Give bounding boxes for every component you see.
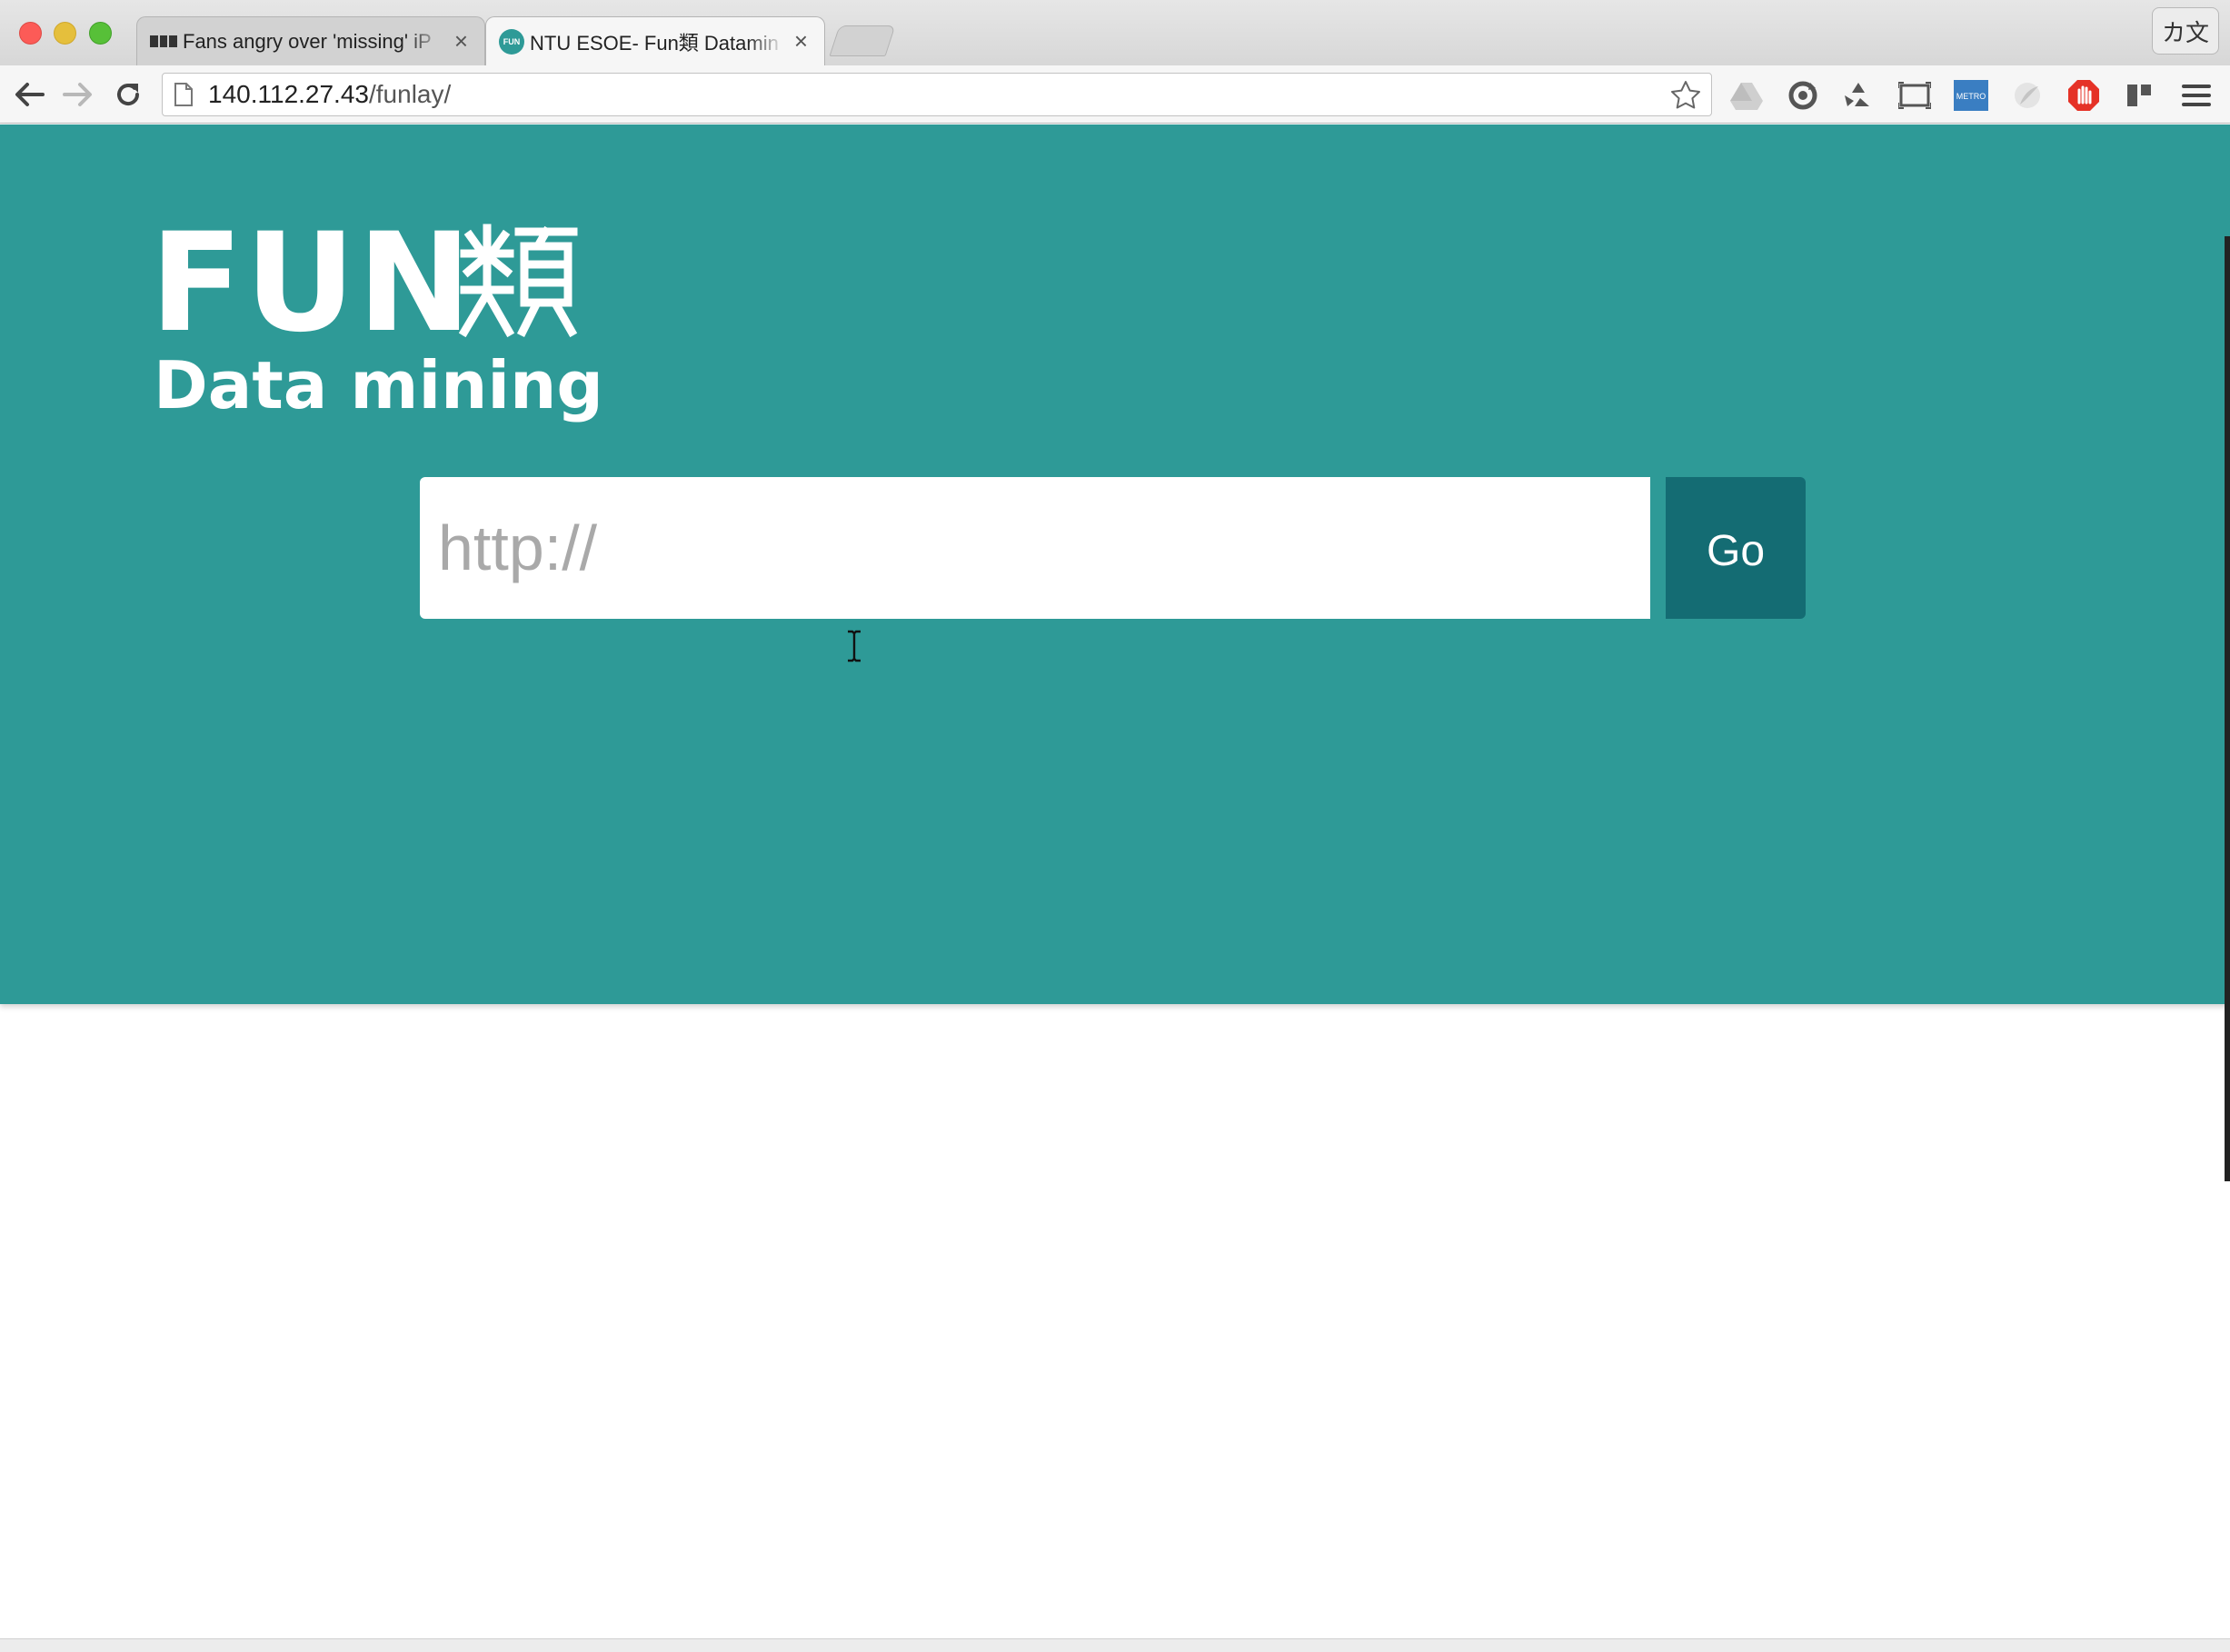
- page-icon: [174, 82, 194, 107]
- logo-subtitle: Data mining: [154, 347, 603, 423]
- recycle-icon[interactable]: [1841, 78, 1876, 113]
- logo-glyph: [459, 224, 578, 338]
- menu-icon[interactable]: [2179, 78, 2214, 113]
- input-language-button[interactable]: カ文: [2152, 7, 2219, 55]
- new-tab-button[interactable]: [829, 25, 896, 56]
- browser-title-bar: Fans angry over 'missing' iP × FUN NTU E…: [0, 0, 2230, 65]
- text-cursor-icon: [848, 630, 861, 662]
- google-drive-icon[interactable]: [1729, 78, 1764, 113]
- address-bar[interactable]: 140.112.27.43/funlay/: [162, 73, 1712, 116]
- go-button[interactable]: Go: [1666, 477, 1806, 619]
- forward-arrow-icon[interactable]: [60, 76, 96, 113]
- url-input[interactable]: [420, 477, 1650, 619]
- window-maximize-button[interactable]: [89, 22, 112, 45]
- browser-toolbar: 140.112.27.43/funlay/ METRO: [0, 65, 2230, 124]
- browser-tab-bbc[interactable]: Fans angry over 'missing' iP ×: [136, 16, 485, 65]
- window-minimize-button[interactable]: [54, 22, 76, 45]
- screen-capture-icon[interactable]: [1897, 78, 1932, 113]
- bbc-icon: [150, 35, 178, 48]
- hero-section: FUN Data mining Go: [0, 124, 2230, 1004]
- tab-close-icon[interactable]: ×: [794, 27, 808, 55]
- panel-icon[interactable]: [2123, 78, 2157, 113]
- metro-icon[interactable]: METRO: [1954, 78, 1988, 113]
- tab-close-icon[interactable]: ×: [454, 27, 468, 55]
- fun-favicon: FUN: [499, 28, 524, 55]
- adblock-icon[interactable]: [2066, 78, 2101, 113]
- feather-icon[interactable]: [2010, 78, 2045, 113]
- url-path: /funlay/: [368, 80, 452, 108]
- browser-tab-funlay[interactable]: FUN NTU ESOE- Fun類 Datamin ×: [485, 16, 825, 65]
- status-bar: [0, 1638, 2230, 1652]
- reload-icon[interactable]: [110, 76, 146, 113]
- url-host: 140.112.27.43: [208, 80, 369, 108]
- back-arrow-icon[interactable]: [11, 76, 47, 113]
- fun-datamining-logo[interactable]: FUN Data mining: [150, 215, 622, 424]
- address-url[interactable]: 140.112.27.43/funlay/: [208, 80, 451, 109]
- tab-title: Fans angry over 'missing' iP: [183, 29, 432, 53]
- bookmark-star-icon[interactable]: [1669, 79, 1702, 112]
- metro-label: METRO: [1956, 92, 1986, 101]
- window-edge: [2225, 236, 2230, 1181]
- window-close-button[interactable]: [19, 22, 42, 45]
- tab-title: NTU ESOE- Fun類 Datamin: [530, 31, 779, 55]
- logo-word: FUN: [150, 204, 473, 363]
- sync-icon[interactable]: [1786, 78, 1820, 113]
